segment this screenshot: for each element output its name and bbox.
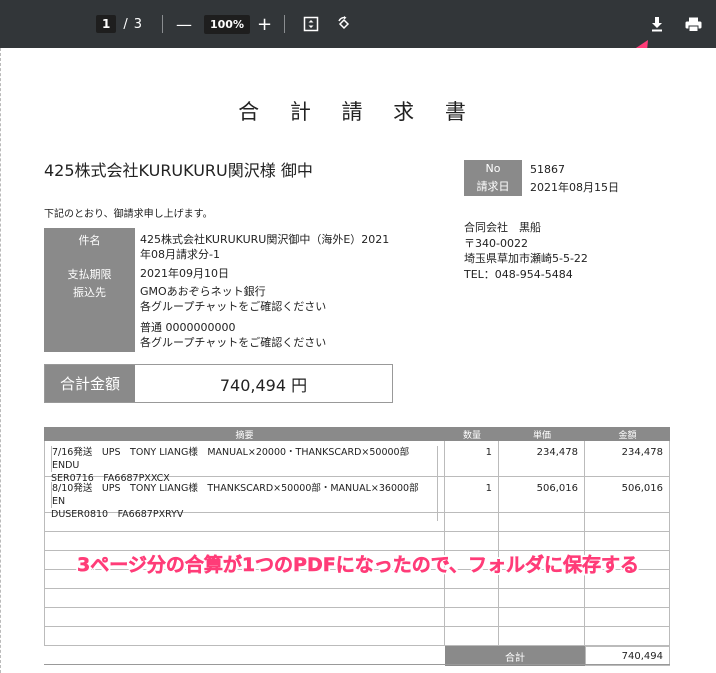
table-row-empty [44,589,670,608]
bank-label: 振込先 [73,286,106,299]
table-row-empty [44,608,670,627]
table-row: 8/10発送 UPS TONY LIANG様 THANKSCARD×50000部… [44,477,670,521]
meta-date-label: 請求日 [464,178,522,196]
account-line: 普通 0000000000 [140,321,236,334]
page-edge [0,48,2,673]
download-icon [652,17,662,32]
subject-value: 425株式会社KURUKURU関沢御中（海外E）2021 年08月請求分-1 [140,232,390,262]
page-indicator: 1 / 3 [96,0,142,48]
description-line: 7/16発送 UPS TONY LIANG様 MANUAL×20000・THAN… [51,446,438,472]
row-unit-price: 234,478 [499,441,585,476]
bank-line: 各グループチャットをご確認ください [140,300,327,313]
items-header: 摘要 数量 単価 金額 [44,427,670,441]
zoom-in-button[interactable]: + [257,0,272,48]
row-quantity: 1 [445,477,499,512]
row-description: 7/16発送 UPS TONY LIANG様 MANUAL×20000・THAN… [44,441,445,485]
row-amount: 234,478 [585,441,670,476]
header-unit-price: 単価 [532,430,551,441]
sum-row: 合計 740,494 [44,646,670,666]
description-line: 8/10発送 UPS TONY LIANG様 THANKSCARD×50000部… [51,482,438,508]
due-label: 支払期限 [67,268,112,281]
row-unit-price: 506,016 [499,477,585,512]
total-pages: 3 [133,16,143,32]
sum-spacer [44,646,445,666]
zoom-level: 100% [204,0,250,48]
meta-no-value: 51867 [530,162,565,176]
customer-name: 425株式会社KURUKURU関沢様 御中 [44,161,313,180]
row-quantity: 1 [445,441,499,476]
meta-no-label: No [464,160,522,178]
table-row-empty [44,532,670,551]
toolbar-divider [162,15,163,33]
print-button[interactable] [685,0,702,48]
meta-row-date: 請求日 2021年08月15日 [464,178,644,196]
toolbar-divider [284,15,285,33]
header-amount: 金額 [618,430,637,441]
subject-label: 件名 [78,234,101,247]
total-amount-label: 合計金額 [45,365,135,402]
company-address: 埼玉県草加市瀬崎5-5-22 [464,252,588,265]
table-row-empty [44,513,670,532]
bank-value: GMOあおぞらネット銀行 各グループチャットをご確認ください [140,284,390,314]
items-table: 摘要 数量 単価 金額 7/16発送 UPS TONY LIANG様 MANUA… [44,427,670,666]
total-amount-value: 740,494 円 [219,375,308,395]
page-separator: / [123,16,128,32]
fit-page-button[interactable] [303,0,319,48]
row-description: 8/10発送 UPS TONY LIANG様 THANKSCARD×50000部… [44,477,445,521]
fit-page-icon [303,16,319,32]
table-row: 7/16発送 UPS TONY LIANG様 MANUAL×20000・THAN… [44,441,670,485]
rotate-button[interactable] [336,0,352,48]
subject-line: 425株式会社KURUKURU関沢御中（海外E）2021 [140,233,390,246]
table-row-empty [44,627,670,646]
current-page-input[interactable]: 1 [96,15,117,33]
company-zip: 〒340-0022 [464,236,528,250]
rotate-icon [338,16,350,30]
total-amount-box: 合計金額 740,494 円 [44,364,393,403]
company-tel: TEL：048-954-5484 [464,267,573,281]
row-amount: 506,016 [585,477,670,512]
header-description: 摘要 [235,430,254,441]
account-value: 普通 0000000000 各グループチャットをご確認ください [140,320,390,350]
annotation-text: 3ページ分の合算が1つのPDFになったので、フォルダに保存する [77,554,639,577]
print-icon [685,17,702,32]
zoom-out-button[interactable]: — [176,0,192,48]
sum-label: 合計 [445,646,585,666]
invoice-meta: No 51867 請求日 2021年08月15日 [464,160,644,196]
issuer-company: 合同会社 黒船 〒340-0022 埼玉県草加市瀬崎5-5-22 TEL：048… [464,220,588,282]
company-name: 合同会社 黒船 [464,221,541,234]
greeting-text: 下記のとおり、御請求申し上げます。 [44,209,213,220]
sum-value: 740,494 [585,646,670,666]
invoice-title: 合 計 請 求 書 [238,100,478,124]
account-line: 各グループチャットをご確認ください [140,336,327,349]
page-divider [44,664,670,665]
bank-line: GMOあおぞらネット銀行 [140,285,266,298]
due-value: 2021年09月10日 [140,267,229,280]
header-quantity: 数量 [462,430,481,441]
subject-line: 年08月請求分-1 [140,248,220,261]
zoom-input[interactable]: 100% [204,14,250,34]
meta-row-no: No 51867 [464,160,644,178]
meta-date-value: 2021年08月15日 [530,181,619,194]
